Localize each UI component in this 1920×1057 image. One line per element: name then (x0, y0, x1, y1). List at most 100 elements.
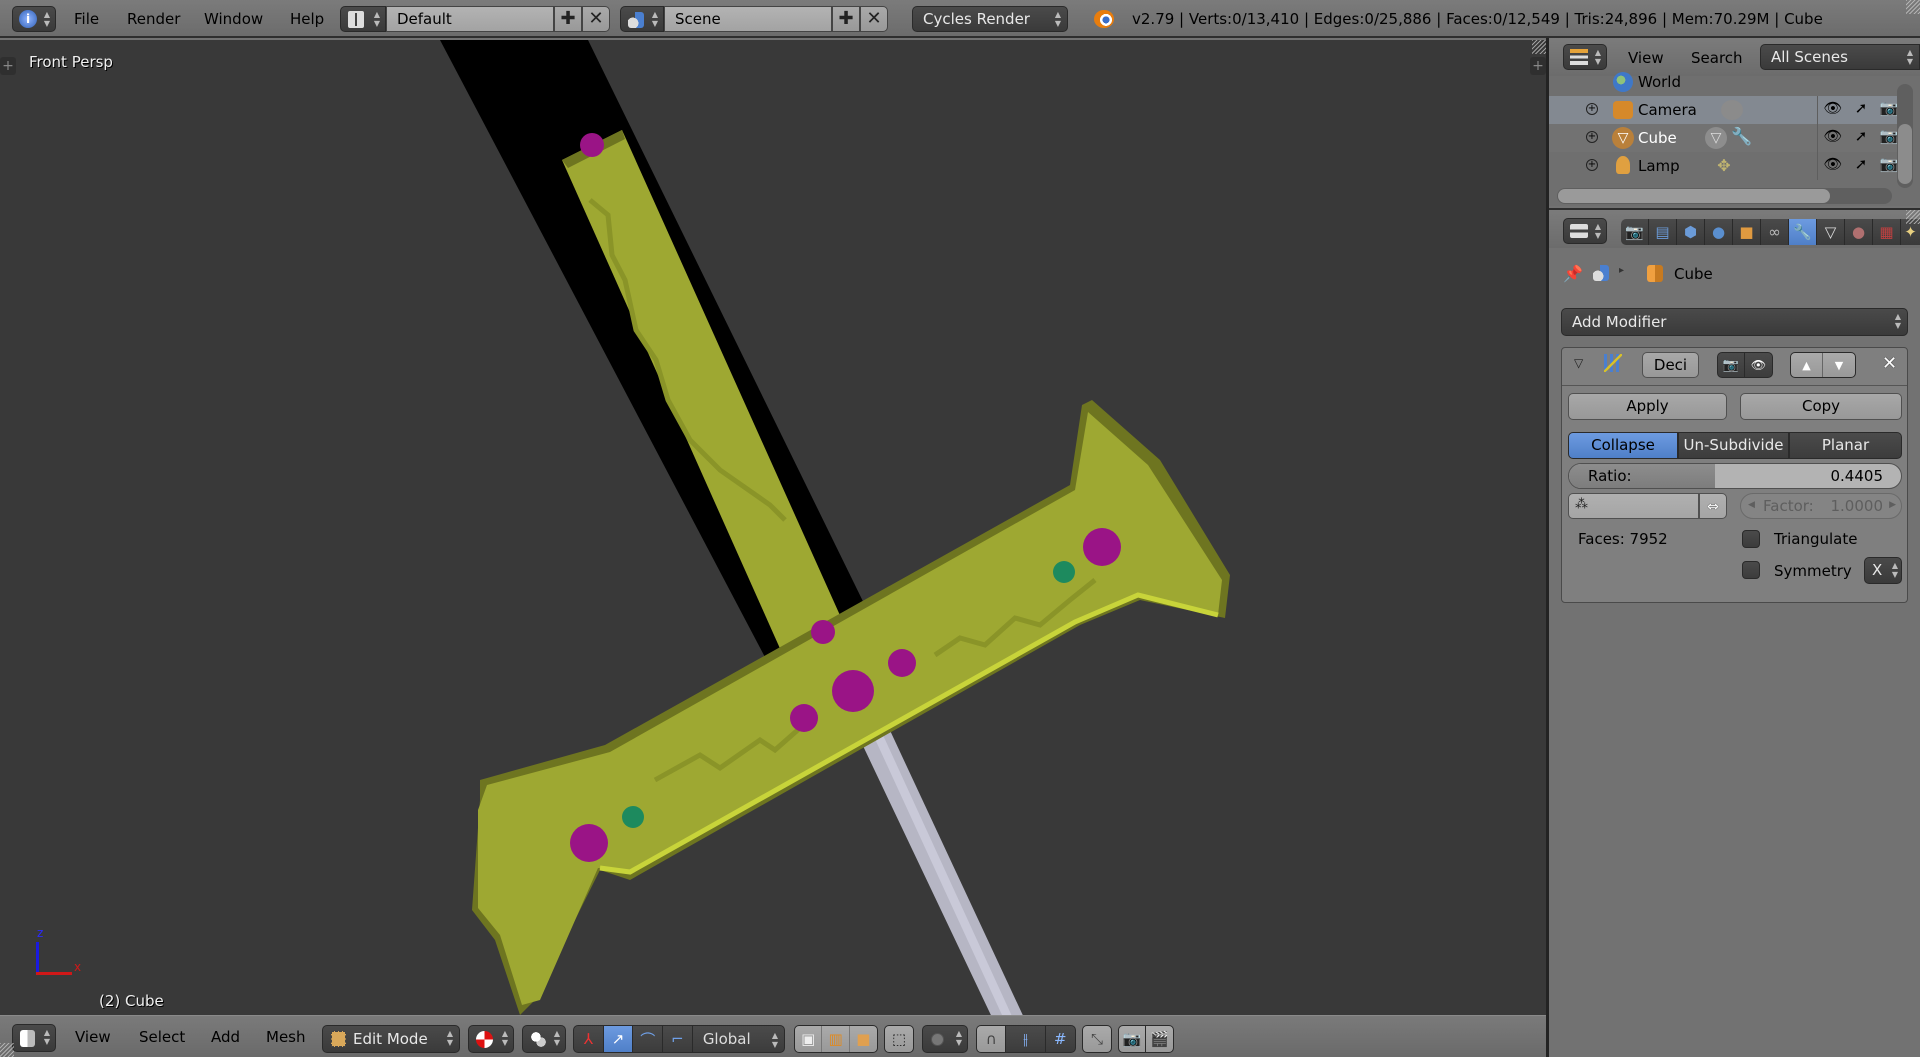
3d-viewport[interactable]: Front Persp + + z x (2) Cube (0, 40, 1546, 1015)
expand-icon[interactable]: + (1586, 159, 1598, 171)
area-corner-handle[interactable] (0, 1043, 14, 1057)
render-animation-button[interactable]: 🎬 (1146, 1026, 1173, 1052)
area-corner-handle[interactable] (1906, 210, 1920, 224)
translate-manipulator[interactable]: ↗ (603, 1026, 634, 1052)
outliner-row-world[interactable]: World (1549, 68, 1906, 96)
outliner-menu-view[interactable]: View (1628, 49, 1664, 67)
expand-icon[interactable]: + (1586, 131, 1598, 143)
mode-un-subdivide[interactable]: Un-Subdivide (1678, 432, 1789, 459)
triangulate-checkbox[interactable] (1742, 530, 1760, 548)
tab-data[interactable]: ▽ (1817, 219, 1845, 245)
manipulator-toggle[interactable]: ⅄ (574, 1026, 604, 1052)
area-corner-handle[interactable] (1906, 0, 1920, 14)
menu-render[interactable]: Render (127, 10, 180, 28)
tab-world[interactable]: ● (1705, 219, 1733, 245)
tab-material[interactable]: ● (1845, 219, 1873, 245)
render-engine-dropdown[interactable]: Cycles Render ▲ ▼ (912, 6, 1068, 32)
tab-render-layers[interactable]: ▤ (1649, 219, 1677, 245)
tab-constraints[interactable]: ∞ (1761, 219, 1789, 245)
expand-icon[interactable]: + (1586, 103, 1598, 115)
tab-scene[interactable]: ⬢ (1677, 219, 1705, 245)
show-render-toggle[interactable]: 📷 (1718, 353, 1746, 377)
invert-vertex-group-toggle[interactable]: ⇔ (1699, 493, 1727, 519)
toolshelf-toggle[interactable]: + (0, 57, 16, 75)
face-select-mode[interactable]: ■ (850, 1026, 877, 1052)
tab-object[interactable]: ■ (1733, 219, 1761, 245)
symmetry-axis-dropdown[interactable]: X ▲ ▼ (1864, 557, 1902, 584)
mode-planar[interactable]: Planar (1789, 432, 1902, 459)
menu-select[interactable]: Select (139, 1028, 185, 1046)
pin-icon[interactable]: 📌 (1563, 264, 1583, 283)
menu-mesh[interactable]: Mesh (266, 1028, 306, 1046)
menu-add[interactable]: Add (211, 1028, 240, 1046)
move-down-button[interactable]: ▼ (1823, 353, 1855, 377)
rotate-manipulator[interactable]: ⌒ (633, 1026, 664, 1052)
outliner-menu-search[interactable]: Search (1691, 49, 1743, 67)
edge-select-mode[interactable]: ▥ (822, 1026, 850, 1052)
selectability-cursor-icon[interactable]: ➚ (1850, 127, 1872, 145)
axes-icon: ⅄ (583, 1030, 593, 1048)
opengl-render-toggle[interactable]: ⤡ (1082, 1025, 1112, 1053)
move-up-button[interactable]: ▲ (1791, 353, 1824, 377)
collapse-toggle-icon[interactable]: ▽ (1574, 356, 1583, 370)
render-still-button[interactable]: 📷 (1119, 1026, 1147, 1052)
updown-icon: ▲ ▼ (1054, 10, 1061, 28)
viewport-shading-dropdown[interactable]: ▲ ▼ (468, 1025, 514, 1053)
transform-orientation-dropdown[interactable]: Global ▲ ▼ (693, 1026, 784, 1052)
gem-magenta (888, 649, 916, 677)
ratio-slider[interactable]: Ratio: 0.4405 (1568, 463, 1902, 489)
menu-help[interactable]: Help (290, 10, 324, 28)
copy-button[interactable]: Copy (1740, 393, 1902, 420)
snap-target-button[interactable]: # (1046, 1026, 1075, 1052)
snap-element-dropdown[interactable]: ⫲ (1006, 1026, 1046, 1052)
menu-file[interactable]: File (74, 10, 99, 28)
editor-type-selector[interactable]: i ▲ ▼ (12, 6, 56, 32)
editor-type-selector[interactable]: ▲ ▼ (1563, 44, 1607, 70)
delete-scene-button[interactable]: ✕ (860, 6, 888, 32)
tab-modifiers[interactable]: 🔧 (1789, 219, 1817, 245)
symmetry-checkbox[interactable] (1742, 561, 1760, 579)
vertex-select-icon: ▣ (801, 1030, 816, 1048)
outliner-horizontal-scrollbar[interactable] (1557, 188, 1892, 204)
properties-shelf-toggle[interactable]: + (1530, 57, 1546, 75)
apply-button[interactable]: Apply (1568, 393, 1727, 420)
selectability-cursor-icon[interactable]: ➚ (1850, 155, 1872, 173)
mode-dropdown[interactable]: Edit Mode ▲ ▼ (322, 1025, 460, 1053)
add-scene-button[interactable]: ✚ (832, 6, 860, 32)
limit-selection-button[interactable]: ⬚ (884, 1025, 914, 1053)
scene-field[interactable]: Scene (664, 6, 832, 32)
add-layout-button[interactable]: ✚ (554, 6, 582, 32)
screen-layout-field[interactable]: Default (386, 6, 554, 32)
selectability-cursor-icon[interactable]: ➚ (1850, 99, 1872, 117)
outliner-vertical-scrollbar[interactable] (1897, 84, 1913, 188)
wrench-icon: 🔧 (1793, 223, 1812, 241)
tab-texture[interactable]: ▦ (1873, 219, 1901, 245)
display-mode-dropdown[interactable]: All Scenes ▲ ▼ (1760, 44, 1920, 70)
add-modifier-dropdown[interactable]: Add Modifier ▲ ▼ (1561, 308, 1908, 336)
menu-window[interactable]: Window (204, 10, 263, 28)
scene-type[interactable]: ▲ ▼ (620, 6, 664, 32)
vertex-group-field[interactable]: ⁂ (1568, 493, 1699, 519)
screen-layout-type[interactable]: ▲ ▼ (340, 6, 386, 32)
visibility-eye-icon[interactable]: 👁 (1822, 127, 1844, 145)
visibility-eye-icon[interactable]: 👁 (1822, 155, 1844, 173)
menu-view[interactable]: View (75, 1028, 111, 1046)
vertex-select-mode[interactable]: ▣ (795, 1026, 823, 1052)
tab-render[interactable]: 📷 (1621, 219, 1649, 245)
delete-layout-button[interactable]: ✕ (582, 6, 610, 32)
camera-icon: 📷 (1625, 223, 1644, 241)
show-viewport-toggle[interactable]: 👁 (1745, 353, 1772, 377)
remove-modifier-icon[interactable]: ✕ (1882, 353, 1897, 374)
mode-collapse[interactable]: Collapse (1568, 432, 1678, 459)
area-corner-handle[interactable] (1532, 40, 1546, 54)
visibility-eye-icon[interactable]: 👁 (1822, 99, 1844, 117)
occlude-geometry-icon: ⬚ (891, 1030, 907, 1048)
editor-type-selector[interactable]: ▲ ▼ (12, 1024, 56, 1052)
modifier-name-field[interactable]: Deci (1642, 352, 1699, 378)
snap-toggle[interactable]: ∩ (977, 1026, 1007, 1052)
pivot-point-dropdown[interactable]: ▲ ▼ (522, 1025, 566, 1053)
editor-type-selector[interactable]: ▲ ▼ (1563, 218, 1607, 244)
scale-manipulator[interactable]: ⌐ (663, 1026, 693, 1052)
proportional-editing-dropdown[interactable]: ▲ ▼ (922, 1025, 968, 1053)
properties-editor: ▲ ▼ 📷 ▤ ⬢ ● ■ ∞ 🔧 ▽ ● ▦ ✦ 📌 ▸ Cube Add Mo… (1549, 208, 1920, 1057)
